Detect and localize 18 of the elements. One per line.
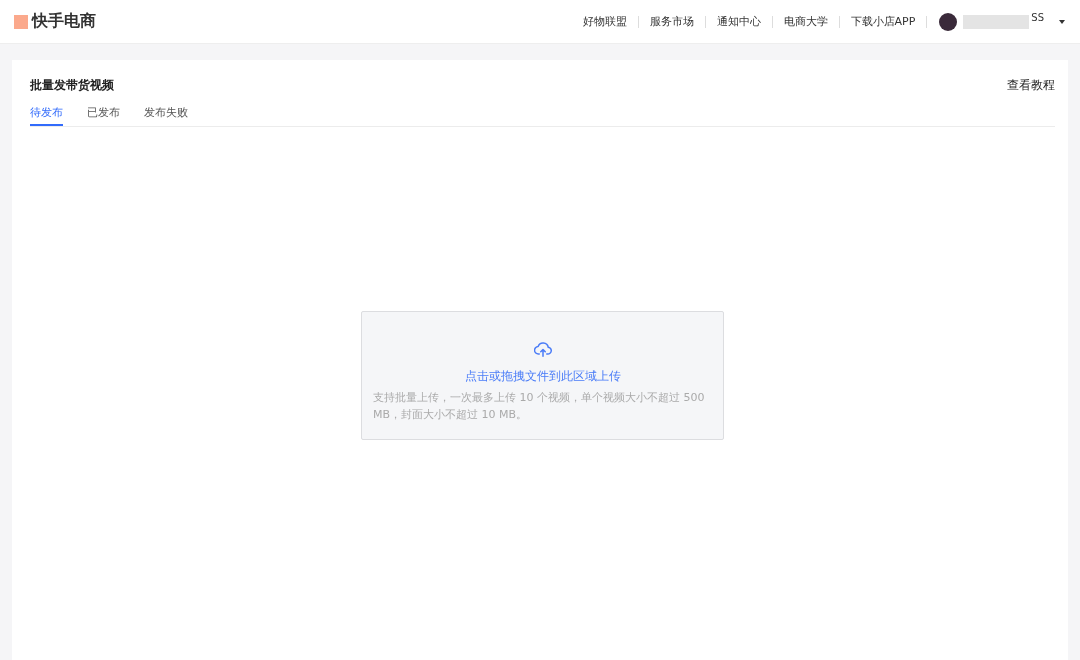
tab[interactable]: 发布失败: [144, 105, 188, 126]
nav-link[interactable]: 服务市场: [638, 15, 706, 28]
tab[interactable]: 已发布: [87, 105, 120, 126]
upload-prompt: 点击或拖拽文件到此区域上传: [464, 369, 621, 384]
avatar[interactable]: [939, 12, 958, 31]
logo-icon: [14, 14, 28, 29]
nav-link[interactable]: 下载小店APP: [839, 15, 928, 28]
nav-link[interactable]: 电商大学: [772, 15, 840, 28]
cloud-upload-icon: [533, 342, 552, 357]
user-name: SS: [1031, 12, 1044, 23]
nav-link[interactable]: 好物联盟: [571, 15, 639, 28]
blurred-username: [963, 14, 1030, 29]
caret-icon[interactable]: [1058, 17, 1066, 26]
page-title: 批量发带货视频: [30, 77, 114, 94]
nav-link[interactable]: 通知中心: [705, 15, 773, 28]
tutorial-link[interactable]: 查看教程: [1007, 77, 1055, 94]
tab[interactable]: 待发布: [30, 105, 63, 126]
logo: 快手电商: [32, 11, 96, 32]
